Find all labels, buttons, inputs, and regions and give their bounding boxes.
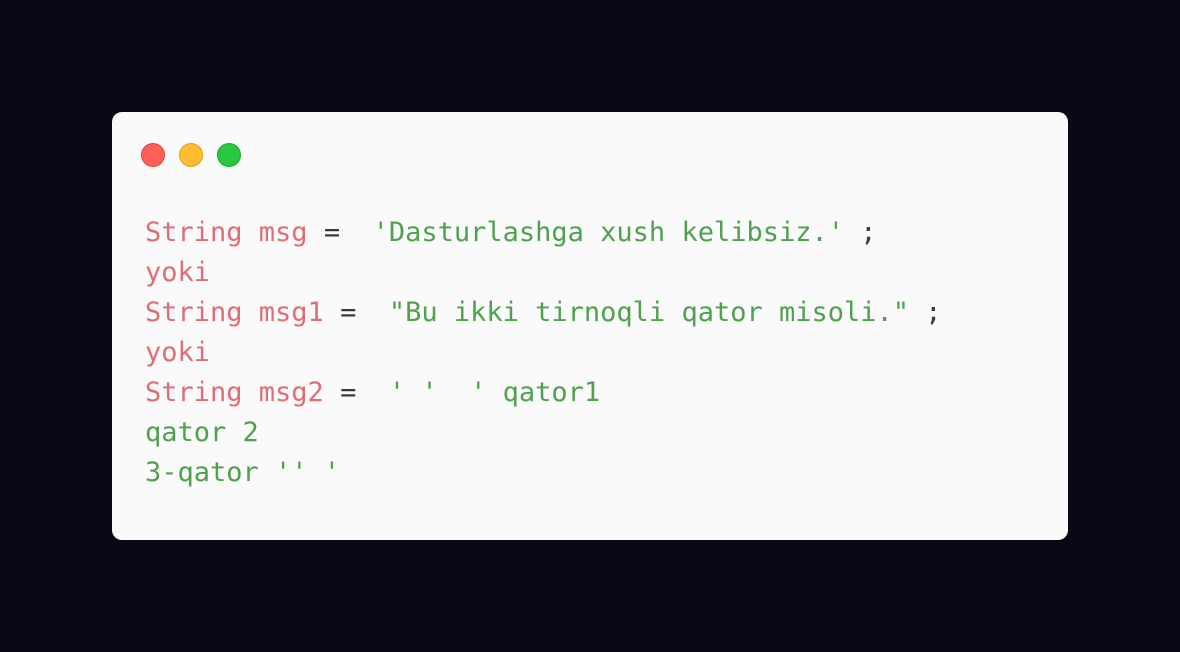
close-dot-icon[interactable]: [141, 143, 165, 167]
code-token: String msg2: [145, 377, 324, 408]
code-line-5: String msg2 = ' ' ' qator1: [145, 373, 942, 413]
code-token: ' ' ' qator1: [388, 377, 601, 408]
minimize-dot-icon[interactable]: [179, 143, 203, 167]
code-token: ;: [844, 217, 877, 248]
code-token: yoki: [145, 337, 211, 368]
code-token: yoki: [145, 257, 211, 288]
code-line-4: yoki: [145, 333, 942, 373]
code-token: String msg1: [145, 297, 324, 328]
window-controls: [141, 143, 241, 167]
code-line-6: qator 2: [145, 413, 942, 453]
code-token: =: [323, 297, 389, 328]
code-token: String msg: [145, 217, 308, 248]
code-token: 'Dasturlashga xush kelibsiz.': [372, 217, 844, 248]
code-token: =: [307, 217, 373, 248]
code-line-2: yoki: [145, 253, 942, 293]
code-token: =: [323, 377, 389, 408]
maximize-dot-icon[interactable]: [217, 143, 241, 167]
code-line-7: 3-qator '' ': [145, 453, 942, 493]
code-block: String msg = 'Dasturlashga xush kelibsiz…: [145, 213, 942, 493]
code-window: String msg = 'Dasturlashga xush kelibsiz…: [112, 112, 1068, 540]
code-token: "Bu ikki tirnoqli qator misoli.": [388, 297, 910, 328]
code-line-1: String msg = 'Dasturlashga xush kelibsiz…: [145, 213, 942, 253]
code-token: qator 2: [145, 417, 259, 448]
code-token: 3-qator '' ': [145, 457, 341, 488]
code-token: ;: [909, 297, 942, 328]
code-line-3: String msg1 = "Bu ikki tirnoqli qator mi…: [145, 293, 942, 333]
